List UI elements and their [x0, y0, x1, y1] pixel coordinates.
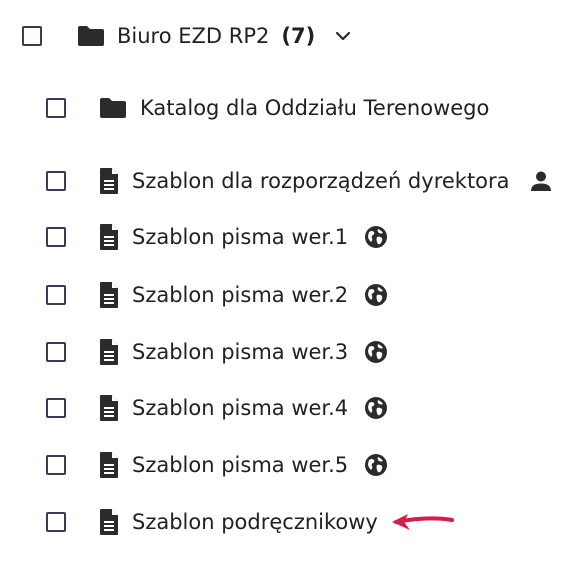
arrow-annotation-icon — [388, 510, 454, 534]
item-label[interactable]: Szablon podręcznikowy — [132, 511, 378, 533]
tree-item-document[interactable]: Szablon dla rozporządzeń dyrektora — [0, 161, 552, 201]
tree-item-document[interactable]: Szablon podręcznikowy — [0, 502, 454, 542]
person-icon — [530, 170, 552, 192]
item-label[interactable]: Szablon pisma wer.5 — [132, 454, 348, 476]
root-checkbox[interactable] — [22, 26, 42, 46]
globe-icon — [364, 340, 388, 364]
item-label[interactable]: Szablon pisma wer.4 — [132, 397, 348, 419]
document-icon — [98, 508, 120, 536]
item-label[interactable]: Szablon dla rozporządzeń dyrektora — [132, 170, 510, 192]
tree-item-folder[interactable]: Katalog dla Oddziału Terenowego — [0, 88, 489, 128]
globe-icon — [364, 283, 388, 307]
tree-item-document[interactable]: Szablon pisma wer.2 — [0, 275, 388, 315]
chevron-down-icon[interactable] — [335, 30, 351, 42]
item-checkbox[interactable] — [46, 398, 66, 418]
item-checkbox[interactable] — [46, 342, 66, 362]
document-icon — [98, 394, 120, 422]
item-label[interactable]: Szablon pisma wer.2 — [132, 284, 348, 306]
document-tree: Biuro EZD RP2 (7) Katalog dla Oddziału T… — [0, 0, 587, 562]
globe-icon — [364, 225, 388, 249]
root-count-badge: (7) — [281, 23, 316, 48]
item-label[interactable]: Katalog dla Oddziału Terenowego — [140, 97, 489, 119]
tree-item-document[interactable]: Szablon pisma wer.4 — [0, 388, 388, 428]
document-icon — [98, 281, 120, 309]
folder-icon — [76, 24, 106, 48]
item-checkbox[interactable] — [46, 98, 66, 118]
document-icon — [98, 167, 120, 195]
item-checkbox[interactable] — [46, 227, 66, 247]
item-label[interactable]: Szablon pisma wer.1 — [132, 226, 348, 248]
item-checkbox[interactable] — [46, 512, 66, 532]
tree-item-document[interactable]: Szablon pisma wer.1 — [0, 217, 388, 257]
globe-icon — [364, 396, 388, 420]
tree-item-document[interactable]: Szablon pisma wer.3 — [0, 332, 388, 372]
globe-icon — [364, 453, 388, 477]
folder-icon — [98, 96, 128, 120]
item-checkbox[interactable] — [46, 285, 66, 305]
document-icon — [98, 451, 120, 479]
tree-root-row[interactable]: Biuro EZD RP2 (7) — [0, 16, 351, 56]
item-checkbox[interactable] — [46, 455, 66, 475]
tree-item-document[interactable]: Szablon pisma wer.5 — [0, 445, 388, 485]
root-label[interactable]: Biuro EZD RP2 — [117, 25, 269, 47]
document-icon — [98, 338, 120, 366]
item-label[interactable]: Szablon pisma wer.3 — [132, 341, 348, 363]
item-checkbox[interactable] — [46, 171, 66, 191]
document-icon — [98, 223, 120, 251]
